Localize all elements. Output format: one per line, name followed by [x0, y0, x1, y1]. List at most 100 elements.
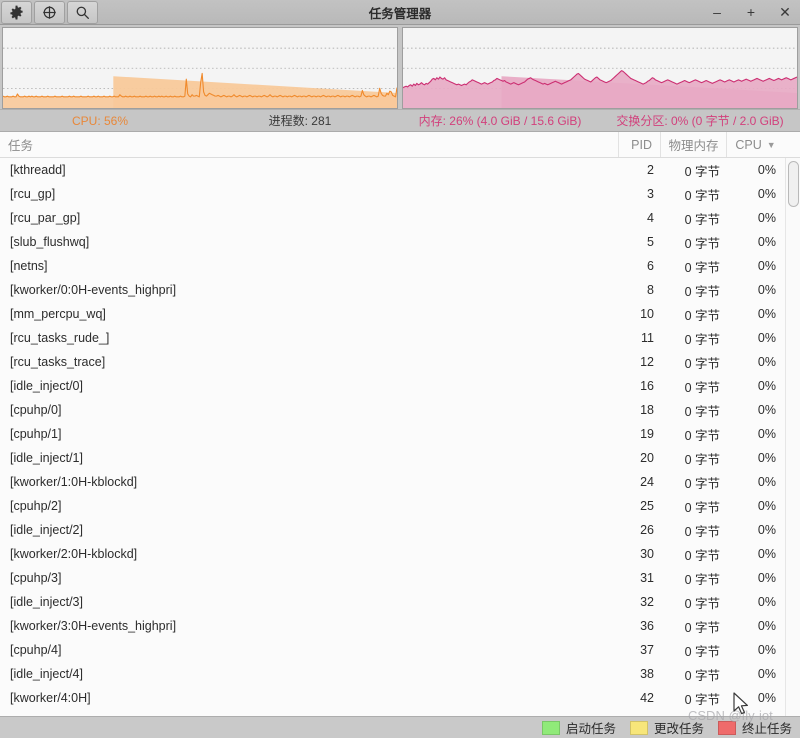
cpu-value: 0% [757, 187, 776, 202]
memory-value: 0 字节 [684, 380, 720, 395]
memory-value: 0 字节 [684, 692, 720, 707]
cpu-value: 0% [757, 307, 776, 322]
close-button[interactable]: ✕ [776, 3, 794, 21]
memory-value: 0 字节 [684, 212, 720, 227]
cpu-value: 0% [757, 331, 776, 346]
table-row[interactable]: [netns] 6 0 字节 0% [0, 254, 800, 278]
task-name: [rcu_par_gp] [10, 211, 81, 226]
cpu-value: 0% [757, 283, 776, 298]
table-row[interactable]: [rcu_gp] 3 0 字节 0% [0, 182, 800, 206]
table-row[interactable]: [mm_percpu_wq] 10 0 字节 0% [0, 302, 800, 326]
memory-value: 0 字节 [684, 572, 720, 587]
task-name: [idle_inject/3] [10, 595, 83, 610]
column-header-pid[interactable]: PID [619, 132, 661, 158]
maximize-button[interactable]: + [742, 3, 760, 21]
cpu-value: 0% [757, 691, 776, 706]
task-name: [mm_percpu_wq] [10, 307, 106, 322]
scrollbar-thumb[interactable] [788, 161, 799, 208]
task-name: [cpuhp/1] [10, 427, 62, 442]
cpu-summary: CPU: 56% [71, 113, 129, 128]
memory-value: 0 字节 [684, 452, 720, 467]
column-header-spacer [784, 132, 800, 157]
cpu-value: 0% [757, 355, 776, 370]
end-task-swatch [717, 720, 736, 735]
start-task-button[interactable]: 启动任务 [541, 718, 616, 737]
table-row[interactable]: [slub_flushwq] 5 0 字节 0% [0, 230, 800, 254]
task-name: [idle_inject/0] [10, 379, 83, 394]
cpu-value: 0% [757, 643, 776, 658]
table-row[interactable]: [kthreadd] 2 0 字节 0% [0, 158, 800, 182]
column-header-task[interactable]: 任务 [0, 132, 619, 158]
page-title: 任务管理器 [368, 6, 432, 21]
table-row[interactable]: [cpuhp/0] 18 0 字节 0% [0, 398, 800, 422]
table-row[interactable]: [rcu_tasks_trace] 12 0 字节 0% [0, 350, 800, 374]
cpu-value: 0% [757, 451, 776, 466]
task-name: [kworker/3:0H-events_highpri] [10, 619, 177, 634]
column-header-memory[interactable]: 物理内存 [661, 132, 727, 158]
task-name: [kworker/0:0H-events_highpri] [10, 283, 177, 298]
cpu-value: 0% [757, 403, 776, 418]
table-row[interactable]: [cpuhp/2] 25 0 字节 0% [0, 494, 800, 518]
cpu-value: 0% [757, 427, 776, 442]
table-row[interactable]: [kworker/1:0H-kblockd] 24 0 字节 0% [0, 470, 800, 494]
cpu-value: 0% [757, 571, 776, 586]
table-row[interactable]: [idle_inject/0] 16 0 字节 0% [0, 374, 800, 398]
table-row[interactable]: [kworker/2:0H-kblockd] 30 0 字节 0% [0, 542, 800, 566]
pid-value: 19 [640, 427, 654, 442]
pid-value: 12 [640, 355, 654, 370]
task-manager-window: 任务管理器 – + ✕ CPU: 56% 进程数: 281 内存: 26% (4… [0, 0, 800, 738]
task-name: [kworker/1:0H-kblockd] [10, 475, 138, 490]
cpu-value: 0% [757, 163, 776, 178]
search-button[interactable] [67, 0, 98, 24]
task-name: [cpuhp/2] [10, 499, 62, 514]
task-name: [kworker/2:0H-kblockd] [10, 547, 138, 562]
vertical-scrollbar[interactable] [785, 158, 800, 716]
table-row[interactable]: [idle_inject/3] 32 0 字节 0% [0, 590, 800, 614]
table-row[interactable]: [kworker/4:0H] 42 0 字节 0% [0, 686, 800, 710]
task-name: [idle_inject/1] [10, 451, 83, 466]
table-row[interactable]: [idle_inject/2] 26 0 字节 0% [0, 518, 800, 542]
table-row[interactable]: [rcu_tasks_rude_] 11 0 字节 0% [0, 326, 800, 350]
cpu-history-graph [2, 27, 398, 110]
pid-value: 42 [640, 691, 654, 706]
pid-value: 36 [640, 619, 654, 634]
memory-value: 0 字节 [684, 548, 720, 563]
pid-value: 26 [640, 523, 654, 538]
swap-summary: 交换分区: 0% (0 字节 / 2.0 GiB) [616, 114, 784, 129]
table-header-row: 任务 PID 物理内存 CPU ▼ [0, 132, 800, 159]
pid-value: 20 [640, 451, 654, 466]
task-name: [cpuhp/0] [10, 403, 62, 418]
gear-icon [9, 5, 24, 20]
column-label-cpu: CPU [735, 137, 762, 152]
memory-summary: 内存: 26% (4.0 GiB / 15.6 GiB) [418, 114, 582, 129]
target-button[interactable] [34, 0, 65, 24]
pid-value: 11 [641, 331, 654, 346]
table-row[interactable]: [kworker/0:0H-events_highpri] 8 0 字节 0% [0, 278, 800, 302]
change-task-button[interactable]: 更改任务 [629, 718, 704, 737]
search-icon [75, 5, 90, 20]
table-row[interactable]: [cpuhp/4] 37 0 字节 0% [0, 638, 800, 662]
memory-value: 0 字节 [684, 188, 720, 203]
table-row[interactable]: [kworker/3:0H-events_highpri] 36 0 字节 0% [0, 614, 800, 638]
memory-value: 0 字节 [684, 308, 720, 323]
cpu-value: 0% [757, 619, 776, 634]
change-task-label: 更改任务 [653, 722, 704, 736]
minimize-button[interactable]: – [708, 3, 726, 21]
task-name: [rcu_gp] [10, 187, 56, 202]
column-header-cpu[interactable]: CPU ▼ [727, 132, 784, 157]
end-task-button[interactable]: 终止任务 [717, 718, 792, 737]
table-row[interactable]: [idle_inject/1] 20 0 字节 0% [0, 446, 800, 470]
memory-value: 0 字节 [684, 404, 720, 419]
task-name: [slub_flushwq] [10, 235, 90, 250]
table-row[interactable]: [idle_inject/4] 38 0 字节 0% [0, 662, 800, 686]
table-row[interactable]: [cpuhp/1] 19 0 字节 0% [0, 422, 800, 446]
memory-value: 0 字节 [684, 284, 720, 299]
resource-graphs [0, 25, 800, 110]
settings-button[interactable] [1, 0, 32, 24]
table-row[interactable]: [rcu_par_gp] 4 0 字节 0% [0, 206, 800, 230]
table-row[interactable]: [cpuhp/3] 31 0 字节 0% [0, 566, 800, 590]
cpu-value: 0% [757, 211, 776, 226]
end-task-label: 终止任务 [741, 722, 792, 736]
cpu-value: 0% [757, 667, 776, 682]
cpu-value: 0% [757, 499, 776, 514]
